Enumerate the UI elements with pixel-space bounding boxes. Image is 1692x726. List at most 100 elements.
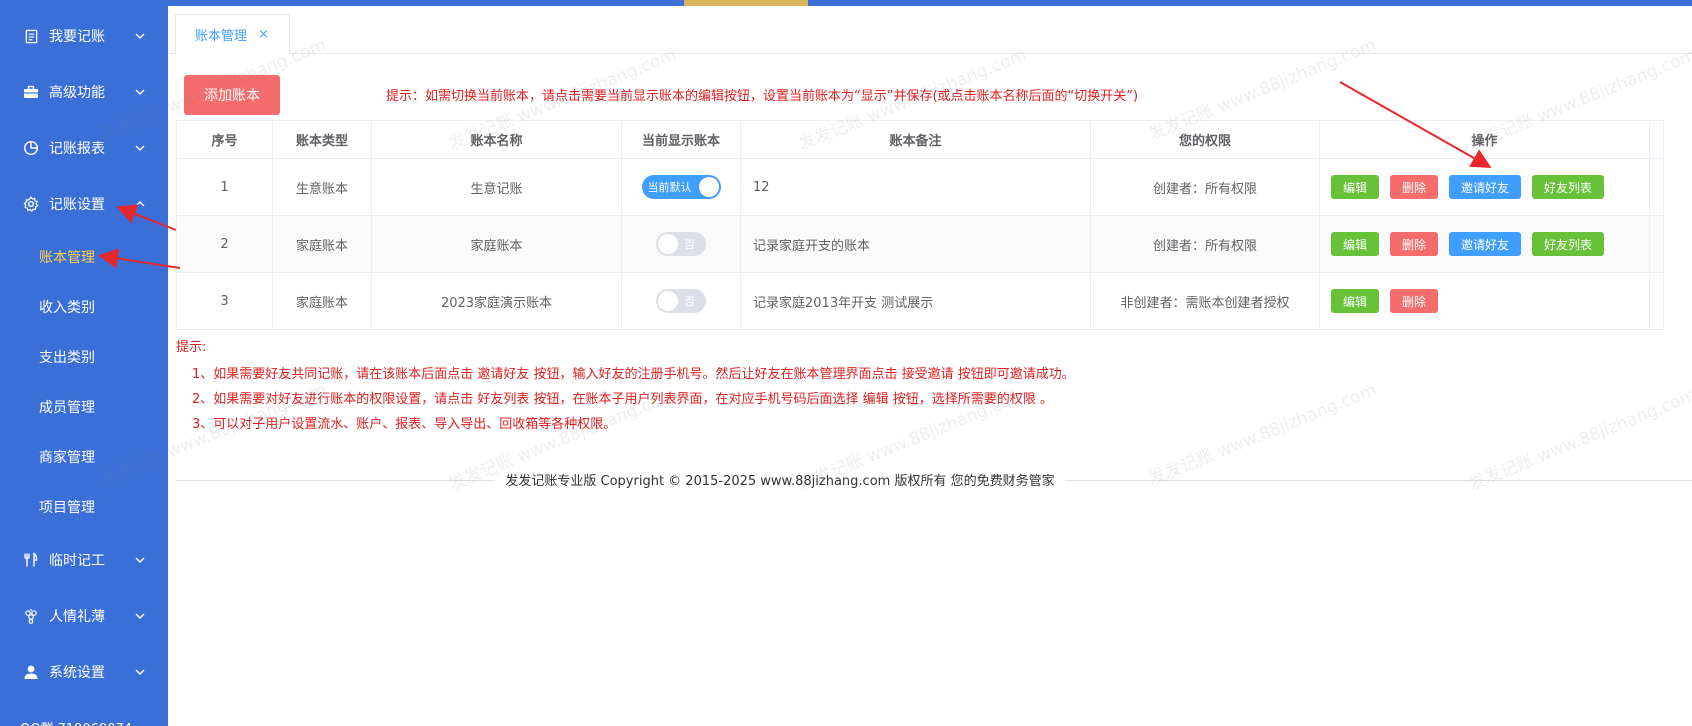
sidebar-item-bookkeeping[interactable]: 我要记账 — [0, 8, 168, 64]
sidebar-item-system-settings[interactable]: 系统设置 — [0, 644, 168, 700]
ledger-name: 生意记账 — [372, 159, 622, 215]
row-number: 1 — [176, 159, 273, 215]
sidebar-sub-item-merchants[interactable]: 商家管理 — [0, 432, 168, 482]
sidebar-sub-item-income-category[interactable]: 收入类别 — [0, 282, 168, 332]
sidebar-item-temp-work[interactable]: 临时记工 — [0, 532, 168, 588]
sidebar: 我要记账 高级功能 记账报表 记账设置 账本管理 收入类别 支出类别 成员管理 … — [0, 0, 168, 726]
chevron-down-icon — [135, 557, 145, 563]
ledger-note: 记录家庭2013年开支 测试展示 — [741, 273, 1091, 329]
sidebar-item-label: 临时记工 — [49, 553, 105, 569]
chevron-down-icon — [135, 613, 145, 619]
tip-line: 3、可以对子用户设置流水、账户、报表、导入导出、回收箱等各种权限。 — [192, 417, 617, 432]
column-header: 账本名称 — [372, 121, 622, 158]
chevron-down-icon — [135, 89, 145, 95]
invite-friend-button[interactable]: 邀请好友 — [1449, 232, 1522, 256]
switch-knob — [658, 234, 678, 254]
table-row: 1 生意账本 生意记账 当前默认 12 创建者：所有权限 编辑 删除 邀请好友 … — [176, 159, 1664, 216]
grapes-icon — [22, 607, 40, 625]
ledger-permission: 创建者：所有权限 — [1091, 159, 1320, 215]
chevron-down-icon — [135, 33, 145, 39]
tip-line: 1、如果需要好友共同记账，请在该账本后面点击 邀请好友 按钮，输入好友的注册手机… — [192, 367, 1075, 382]
ledger-name: 2023家庭演示账本 — [372, 273, 622, 329]
invite-friend-button[interactable]: 邀请好友 — [1449, 175, 1522, 199]
sidebar-item-gifts[interactable]: 人情礼薄 — [0, 588, 168, 644]
chevron-down-icon — [135, 145, 145, 151]
current-ledger-switch[interactable]: 否 — [656, 289, 706, 313]
tab-ledger-manage[interactable]: 账本管理 × — [175, 14, 290, 55]
table-header-row: 序号 账本类型 账本名称 当前显示账本 账本备注 您的权限 操作 — [176, 121, 1664, 159]
edit-button[interactable]: 编辑 — [1331, 232, 1380, 256]
column-header: 当前显示账本 — [622, 121, 741, 158]
briefcase-icon — [22, 83, 40, 101]
ledger-name: 家庭账本 — [372, 216, 622, 272]
app-root: 我要记账 高级功能 记账报表 记账设置 账本管理 收入类别 支出类别 成员管理 … — [0, 0, 1692, 726]
row-actions: 编辑 删除 邀请好友 好友列表 — [1320, 216, 1650, 272]
friend-list-button[interactable]: 好友列表 — [1532, 232, 1605, 256]
tip-line: 2、如果需要对好友进行账本的权限设置，请点击 好友列表 按钮，在账本子用户列表界… — [192, 392, 1053, 407]
copyright-footer: 发发记账专业版 Copyright © 2015-2025 www.88jizh… — [168, 470, 1392, 489]
table-row: 2 家庭账本 家庭账本 否 记录家庭开支的账本 创建者：所有权限 编辑 删除 邀… — [176, 216, 1664, 273]
row-actions: 编辑 删除 邀请好友 好友列表 — [1320, 159, 1650, 215]
sidebar-item-advanced[interactable]: 高级功能 — [0, 64, 168, 120]
tips-title: 提示: — [176, 340, 207, 355]
gear-icon — [22, 195, 40, 213]
close-icon[interactable]: × — [258, 27, 269, 42]
sidebar-sub-item-projects[interactable]: 项目管理 — [0, 482, 168, 532]
ledger-table: 序号 账本类型 账本名称 当前显示账本 账本备注 您的权限 操作 1 生意账本 … — [176, 120, 1664, 330]
sidebar-sub-item-ledger-manage[interactable]: 账本管理 — [0, 232, 168, 282]
delete-button[interactable]: 删除 — [1390, 232, 1439, 256]
switch-knob — [658, 291, 678, 311]
ledger-permission: 非创建者：需账本创建者授权 — [1091, 273, 1320, 329]
row-spacer — [1650, 273, 1664, 329]
delete-button[interactable]: 删除 — [1390, 175, 1439, 199]
display-switch-cell: 否 — [622, 216, 741, 272]
settings-submenu: 账本管理 收入类别 支出类别 成员管理 商家管理 项目管理 — [0, 232, 168, 532]
tab-bar: 账本管理 × — [168, 6, 1692, 55]
friend-list-button[interactable]: 好友列表 — [1532, 175, 1605, 199]
row-number: 3 — [176, 273, 273, 329]
ledger-type: 家庭账本 — [273, 273, 372, 329]
ledger-type: 生意账本 — [273, 159, 372, 215]
copyright-text: 发发记账专业版 Copyright © 2015-2025 www.88jizh… — [495, 474, 1065, 489]
main-content: 账本管理 × 添加账本 提示：如需切换当前账本，请点击需要当前显示账本的编辑按钮… — [168, 6, 1692, 726]
column-header: 账本类型 — [273, 121, 372, 158]
switch-label: 否 — [684, 238, 695, 251]
sidebar-item-label: 人情礼薄 — [49, 609, 105, 625]
help-tips: 提示: 1、如果需要好友共同记账，请在该账本后面点击 邀请好友 按钮，输入好友的… — [176, 336, 1075, 437]
switch-tip-text: 提示：如需切换当前账本，请点击需要当前显示账本的编辑按钮，设置当前账本为“显示”… — [386, 89, 1139, 104]
sidebar-item-settings[interactable]: 记账设置 — [0, 176, 168, 232]
user-icon — [22, 663, 40, 681]
edit-button[interactable]: 编辑 — [1331, 175, 1380, 199]
switch-knob — [698, 177, 719, 197]
qq-group-text: QQ群 719069074 — [20, 718, 132, 726]
add-ledger-button[interactable]: 添加账本 — [184, 75, 280, 115]
display-switch-cell: 当前默认 — [622, 159, 741, 215]
ledger-permission: 创建者：所有权限 — [1091, 216, 1320, 272]
pie-chart-icon — [22, 139, 40, 157]
current-ledger-switch[interactable]: 当前默认 — [641, 175, 721, 199]
chevron-up-icon — [135, 201, 145, 207]
ledger-note: 记录家庭开支的账本 — [741, 216, 1091, 272]
row-actions: 编辑 删除 — [1320, 273, 1650, 329]
current-ledger-switch[interactable]: 否 — [656, 232, 706, 256]
edit-button[interactable]: 编辑 — [1331, 289, 1380, 313]
column-header: 您的权限 — [1091, 121, 1320, 158]
chevron-down-icon — [135, 669, 145, 675]
switch-label: 当前默认 — [647, 181, 692, 194]
ledger-type: 家庭账本 — [273, 216, 372, 272]
sidebar-item-reports[interactable]: 记账报表 — [0, 120, 168, 176]
sidebar-sub-item-expense-category[interactable]: 支出类别 — [0, 332, 168, 382]
column-header: 操作 — [1320, 121, 1650, 158]
table-row: 3 家庭账本 2023家庭演示账本 否 记录家庭2013年开支 测试展示 非创建… — [176, 273, 1664, 330]
row-spacer — [1650, 159, 1664, 215]
tab-label: 账本管理 — [195, 29, 248, 44]
delete-button[interactable]: 删除 — [1390, 289, 1439, 313]
utensils-icon — [22, 551, 40, 569]
sidebar-sub-item-members[interactable]: 成员管理 — [0, 382, 168, 432]
sidebar-item-label: 高级功能 — [49, 85, 105, 101]
column-header: 账本备注 — [741, 121, 1091, 158]
sidebar-item-label: 系统设置 — [49, 665, 105, 681]
ledger-note: 12 — [741, 159, 1091, 215]
row-number: 2 — [176, 216, 273, 272]
display-switch-cell: 否 — [622, 273, 741, 329]
